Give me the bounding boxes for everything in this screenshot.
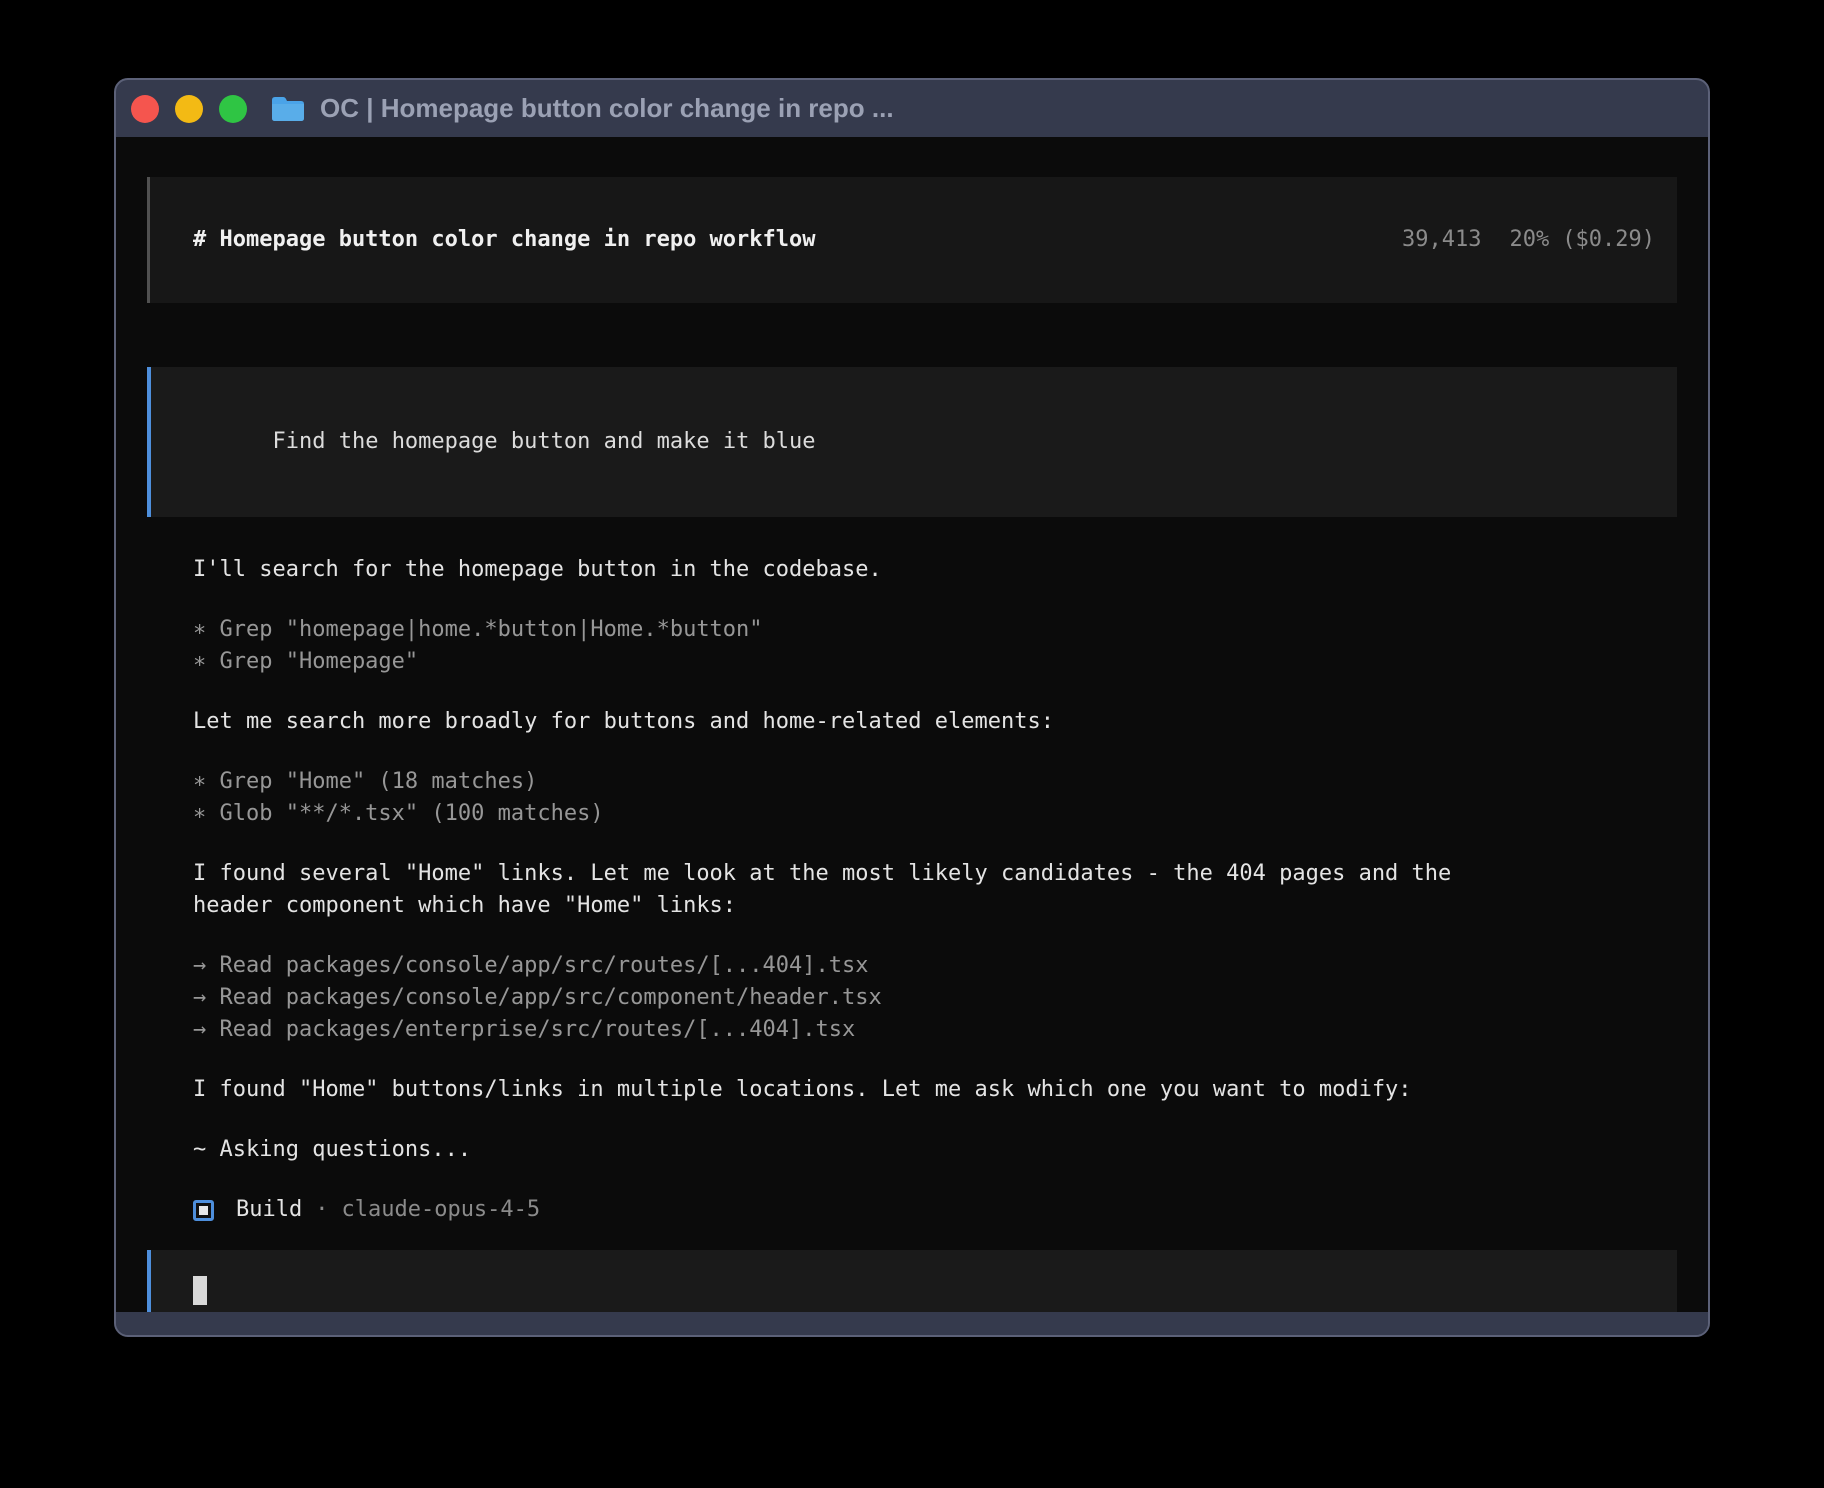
assistant-text: ~ Asking questions... bbox=[193, 1134, 1677, 1166]
traffic-lights bbox=[131, 95, 247, 123]
titlebar: OC | Homepage button color change in rep… bbox=[116, 80, 1708, 137]
tool-call-line: ∗ Grep "homepage|home.*button|Home.*butt… bbox=[193, 614, 1677, 646]
window-title: OC | Homepage button color change in rep… bbox=[320, 93, 894, 124]
user-message: Find the homepage button and make it blu… bbox=[147, 367, 1677, 517]
agent-model: claude-opus-4-5 bbox=[341, 1194, 540, 1226]
tool-call-line: → Read packages/console/app/src/componen… bbox=[193, 982, 1677, 1014]
session-title: # Homepage button color change in repo w… bbox=[193, 224, 816, 256]
assistant-text: I'll search for the homepage button in t… bbox=[193, 554, 1677, 586]
token-count: 39,413 bbox=[1402, 227, 1481, 252]
tool-call-group: ∗ Grep "Home" (18 matches)∗ Glob "**/*.t… bbox=[193, 766, 1677, 830]
session-stats: 39,413 20% ($0.29) bbox=[1296, 192, 1655, 288]
session-header: # Homepage button color change in repo w… bbox=[147, 177, 1677, 303]
tool-call-line: ∗ Glob "**/*.tsx" (100 matches) bbox=[193, 798, 1677, 830]
assistant-text-line: I found "Home" buttons/links in multiple… bbox=[193, 1074, 1677, 1106]
prompt-input[interactable]: BuildClaude Opus 4.5OpenCode Zen bbox=[147, 1250, 1677, 1312]
traffic-light-zoom-button[interactable] bbox=[219, 95, 247, 123]
tool-call-line: ∗ Grep "Homepage" bbox=[193, 646, 1677, 678]
assistant-text-line: Let me search more broadly for buttons a… bbox=[193, 706, 1677, 738]
tool-call-group: ∗ Grep "homepage|home.*button|Home.*butt… bbox=[193, 614, 1677, 678]
text-cursor bbox=[193, 1276, 207, 1305]
assistant-text-line: header component which have "Home" links… bbox=[193, 890, 1677, 922]
traffic-light-close-button[interactable] bbox=[131, 95, 159, 123]
traffic-light-minimize-button[interactable] bbox=[175, 95, 203, 123]
window-bottom-band bbox=[116, 1312, 1708, 1335]
tool-call-line: ∗ Grep "Home" (18 matches) bbox=[193, 766, 1677, 798]
assistant-text: I found "Home" buttons/links in multiple… bbox=[193, 1074, 1677, 1106]
user-message-text: Find the homepage button and make it blu… bbox=[272, 429, 815, 454]
tool-call-line: → Read packages/console/app/src/routes/[… bbox=[193, 950, 1677, 982]
session-cost: ($0.29) bbox=[1562, 227, 1655, 252]
agent-separator: · bbox=[315, 1194, 328, 1226]
terminal-window: OC | Homepage button color change in rep… bbox=[114, 78, 1710, 1337]
assistant-text: I found several "Home" links. Let me loo… bbox=[193, 858, 1677, 922]
context-percentage: 20% bbox=[1510, 227, 1550, 252]
agent-name: Build bbox=[236, 1194, 302, 1226]
assistant-text-line: I found several "Home" links. Let me loo… bbox=[193, 858, 1677, 890]
assistant-text-line: I'll search for the homepage button in t… bbox=[193, 554, 1677, 586]
tool-call-group: → Read packages/console/app/src/routes/[… bbox=[193, 950, 1677, 1046]
folder-icon bbox=[271, 95, 305, 122]
prompt-input-line[interactable] bbox=[193, 1274, 1655, 1306]
chat-log: I'll search for the homepage button in t… bbox=[193, 554, 1677, 1166]
assistant-text-line: ~ Asking questions... bbox=[193, 1134, 1677, 1166]
terminal-content: # Homepage button color change in repo w… bbox=[116, 137, 1708, 1312]
build-mode-icon bbox=[193, 1200, 214, 1221]
tool-call-line: → Read packages/enterprise/src/routes/[.… bbox=[193, 1014, 1677, 1046]
assistant-text: Let me search more broadly for buttons a… bbox=[193, 706, 1677, 738]
build-mode-icon-inner bbox=[199, 1206, 208, 1215]
agent-status: Build · claude-opus-4-5 bbox=[193, 1194, 1677, 1226]
